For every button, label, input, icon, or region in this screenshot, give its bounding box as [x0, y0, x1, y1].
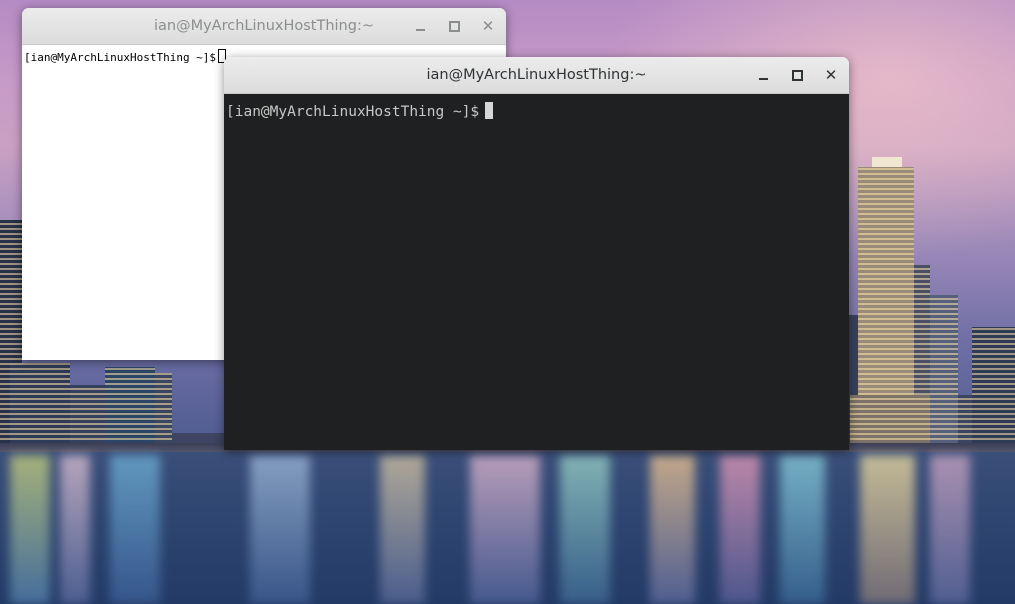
reflection: [560, 455, 610, 604]
maximize-icon[interactable]: [787, 65, 807, 85]
text-cursor: [485, 102, 494, 119]
shell-prompt: [ian@MyArchLinuxHostThing ~]$: [226, 104, 480, 120]
reflection: [780, 455, 825, 604]
minimize-icon[interactable]: [753, 65, 773, 85]
building: [105, 367, 155, 455]
window-titlebar[interactable]: ian@MyArchLinuxHostThing:~ ✕: [224, 57, 849, 94]
reflection: [860, 455, 915, 604]
building-tower-crown: [872, 157, 902, 167]
building: [10, 363, 70, 455]
close-icon[interactable]: ✕: [478, 16, 498, 36]
reflection: [60, 455, 90, 604]
building: [972, 327, 1015, 455]
reflection: [720, 455, 760, 604]
window-titlebar[interactable]: ian@MyArchLinuxHostThing:~ ✕: [22, 8, 506, 45]
minimize-icon[interactable]: [410, 16, 430, 36]
reflection: [380, 455, 425, 604]
reflection: [250, 455, 310, 604]
reflection: [110, 455, 160, 604]
shell-prompt: [ian@MyArchLinuxHostThing ~]$: [24, 51, 217, 64]
maximize-icon[interactable]: [444, 16, 464, 36]
terminal-area[interactable]: [ian@MyArchLinuxHostThing ~]$: [224, 94, 849, 450]
reflection: [930, 455, 970, 604]
building: [930, 295, 958, 455]
reflection: [650, 455, 695, 604]
terminal-window-foreground[interactable]: ian@MyArchLinuxHostThing:~ ✕ [ian@MyArch…: [224, 57, 849, 450]
close-icon[interactable]: ✕: [821, 65, 841, 85]
reflection: [470, 455, 540, 604]
reflection: [10, 455, 50, 604]
window-title: ian@MyArchLinuxHostThing:~: [153, 18, 374, 34]
